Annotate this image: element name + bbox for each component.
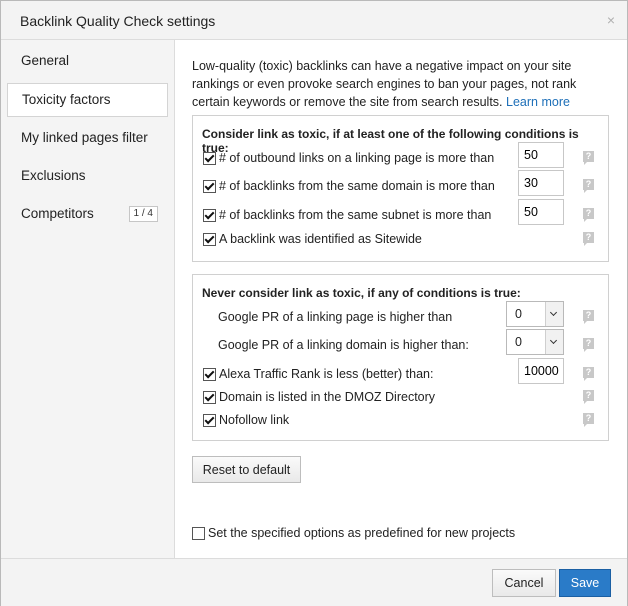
predefined-options-checkbox[interactable] bbox=[192, 527, 205, 540]
help-icon[interactable]: ? bbox=[583, 338, 594, 352]
sitewide-checkbox[interactable] bbox=[203, 233, 216, 246]
title-bar: Backlink Quality Check settings × bbox=[1, 1, 627, 40]
never-toxic-group: Never consider link as toxic, if any of … bbox=[192, 274, 609, 441]
sidebar-item-label: Exclusions bbox=[21, 168, 86, 183]
pr-domain-select-value: 0 bbox=[515, 335, 522, 349]
help-icon[interactable]: ? bbox=[583, 310, 594, 324]
toxic-conditions-group: Consider link as toxic, if at least one … bbox=[192, 115, 609, 262]
intro-text: Low-quality (toxic) backlinks can have a… bbox=[192, 57, 617, 111]
dmoz-label: Domain is listed in the DMOZ Directory bbox=[219, 390, 436, 404]
help-icon[interactable]: ? bbox=[583, 232, 594, 246]
outbound-links-label: # of outbound links on a linking page is… bbox=[219, 151, 495, 165]
dialog-title: Backlink Quality Check settings bbox=[20, 13, 216, 29]
nofollow-row: Nofollow link ? bbox=[203, 411, 598, 431]
same-subnet-row: # of backlinks from the same subnet is m… bbox=[203, 199, 598, 226]
predefined-options-label: Set the specified options as predefined … bbox=[208, 526, 516, 540]
sidebar-item-label: General bbox=[21, 53, 70, 68]
same-subnet-checkbox[interactable] bbox=[203, 209, 216, 222]
pr-domain-row: Google PR of a linking domain is higher … bbox=[203, 329, 598, 356]
pr-domain-label: Google PR of a linking domain is higher … bbox=[218, 338, 469, 352]
sitewide-label: A backlink was identified as Sitewide bbox=[219, 232, 422, 246]
help-icon[interactable]: ? bbox=[583, 367, 594, 381]
alexa-rank-input[interactable] bbox=[518, 358, 564, 384]
dmoz-row: Domain is listed in the DMOZ Directory ? bbox=[203, 388, 598, 408]
settings-dialog: Backlink Quality Check settings × Genera… bbox=[0, 0, 628, 606]
pr-page-select-value: 0 bbox=[515, 307, 522, 321]
alexa-rank-row: Alexa Traffic Rank is less (better) than… bbox=[203, 358, 598, 385]
same-subnet-label: # of backlinks from the same subnet is m… bbox=[219, 208, 492, 222]
sidebar-item-linked-pages-filter[interactable]: My linked pages filter bbox=[1, 121, 174, 155]
competitors-count-badge: 1 / 4 bbox=[128, 206, 158, 222]
save-button[interactable]: Save bbox=[559, 569, 611, 597]
outbound-links-checkbox[interactable] bbox=[203, 152, 216, 165]
alexa-rank-checkbox[interactable] bbox=[203, 368, 216, 381]
alexa-rank-label: Alexa Traffic Rank is less (better) than… bbox=[219, 367, 434, 381]
same-subnet-input[interactable] bbox=[518, 199, 564, 225]
sidebar-item-label: Toxicity factors bbox=[22, 92, 111, 107]
learn-more-link[interactable]: Learn more bbox=[506, 95, 570, 109]
nofollow-label: Nofollow link bbox=[219, 413, 290, 427]
help-icon[interactable]: ? bbox=[583, 179, 594, 193]
help-icon[interactable]: ? bbox=[583, 413, 594, 427]
same-domain-label: # of backlinks from the same domain is m… bbox=[219, 179, 495, 193]
sidebar: General Toxicity factors My linked pages… bbox=[1, 40, 175, 558]
pr-page-row: Google PR of a linking page is higher th… bbox=[203, 301, 598, 328]
same-domain-checkbox[interactable] bbox=[203, 180, 216, 193]
help-icon[interactable]: ? bbox=[583, 151, 594, 165]
same-domain-row: # of backlinks from the same domain is m… bbox=[203, 170, 598, 197]
sidebar-item-label: Competitors bbox=[21, 206, 94, 221]
close-icon[interactable]: × bbox=[607, 12, 615, 28]
reset-to-default-button[interactable]: Reset to default bbox=[192, 456, 301, 483]
chevron-down-icon[interactable] bbox=[545, 302, 563, 326]
help-icon[interactable]: ? bbox=[583, 390, 594, 404]
never-group-title: Never consider link as toxic, if any of … bbox=[202, 286, 521, 300]
sidebar-item-general[interactable]: General bbox=[1, 44, 174, 78]
chevron-down-icon[interactable] bbox=[545, 330, 563, 354]
pr-domain-select[interactable]: 0 bbox=[506, 329, 564, 355]
sidebar-item-toxicity-factors[interactable]: Toxicity factors bbox=[7, 83, 168, 117]
sidebar-item-label: My linked pages filter bbox=[21, 130, 148, 145]
help-icon[interactable]: ? bbox=[583, 208, 594, 222]
dialog-footer: Cancel Save bbox=[1, 558, 627, 606]
cancel-button[interactable]: Cancel bbox=[492, 569, 556, 597]
outbound-links-input[interactable] bbox=[518, 142, 564, 168]
pr-page-select[interactable]: 0 bbox=[506, 301, 564, 327]
dmoz-checkbox[interactable] bbox=[203, 391, 216, 404]
outbound-links-row: # of outbound links on a linking page is… bbox=[203, 142, 598, 169]
sitewide-row: A backlink was identified as Sitewide ? bbox=[203, 230, 598, 250]
pr-page-label: Google PR of a linking page is higher th… bbox=[218, 310, 453, 324]
sidebar-item-competitors[interactable]: Competitors 1 / 4 bbox=[1, 197, 174, 231]
nofollow-checkbox[interactable] bbox=[203, 414, 216, 427]
same-domain-input[interactable] bbox=[518, 170, 564, 196]
sidebar-item-exclusions[interactable]: Exclusions bbox=[1, 159, 174, 193]
